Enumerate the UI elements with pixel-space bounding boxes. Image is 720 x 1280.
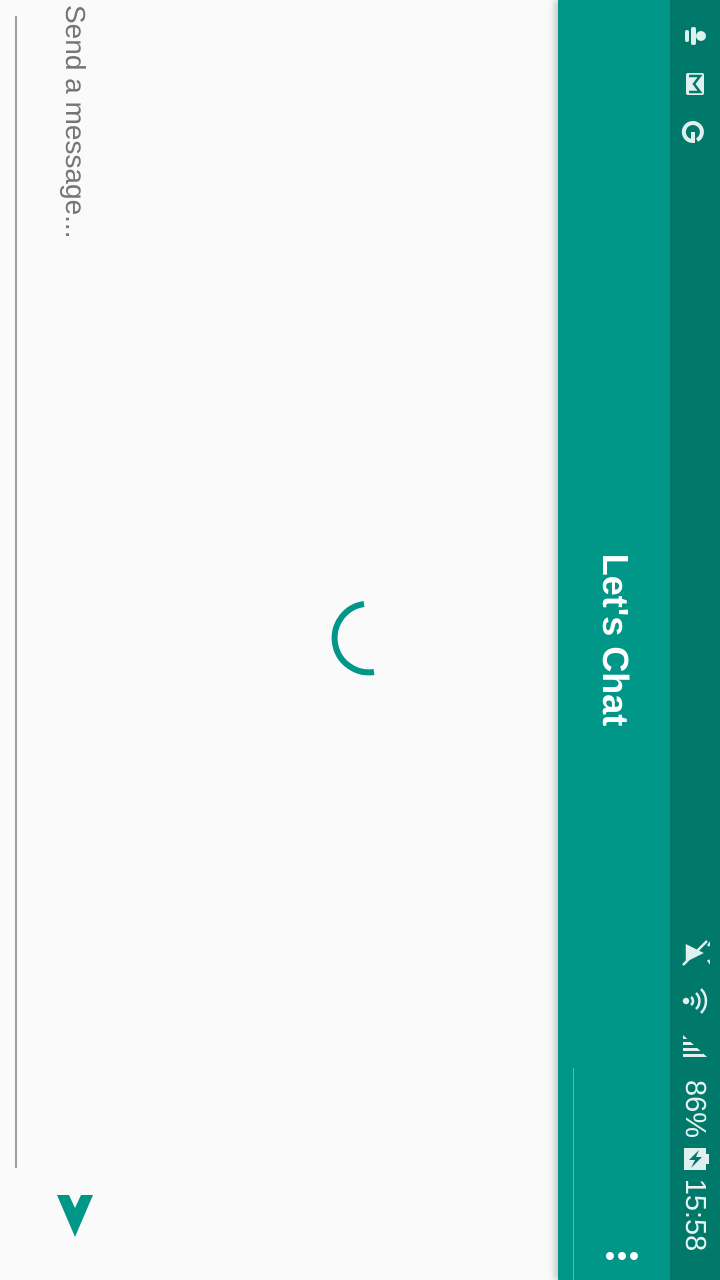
google-icon (681, 121, 704, 144)
loading-spinner (331, 601, 375, 676)
message-input[interactable]: Send a message... (55, 5, 95, 295)
overflow-menu-icon[interactable] (602, 1240, 642, 1272)
message-input-underline (15, 16, 17, 1168)
notification-icon (685, 27, 706, 45)
status-bar: 86% 15:58 (670, 0, 720, 1280)
menu-dot (630, 1252, 638, 1260)
battery-percent: 86% (679, 1079, 711, 1139)
app-screen: 86% 15:58 Let's Chat Send a message... (0, 0, 720, 1280)
menu-dot (606, 1252, 614, 1260)
app-title: Let's Chat (595, 553, 636, 727)
menu-dot (618, 1252, 626, 1260)
gmail-icon (686, 73, 704, 95)
app-bar-divider (573, 1068, 574, 1280)
clock: 15:58 (679, 1178, 711, 1252)
signal-icon (683, 1035, 707, 1057)
alarm-off-icon (682, 940, 710, 966)
send-icon[interactable] (52, 1192, 98, 1242)
wifi-icon (682, 988, 708, 1014)
